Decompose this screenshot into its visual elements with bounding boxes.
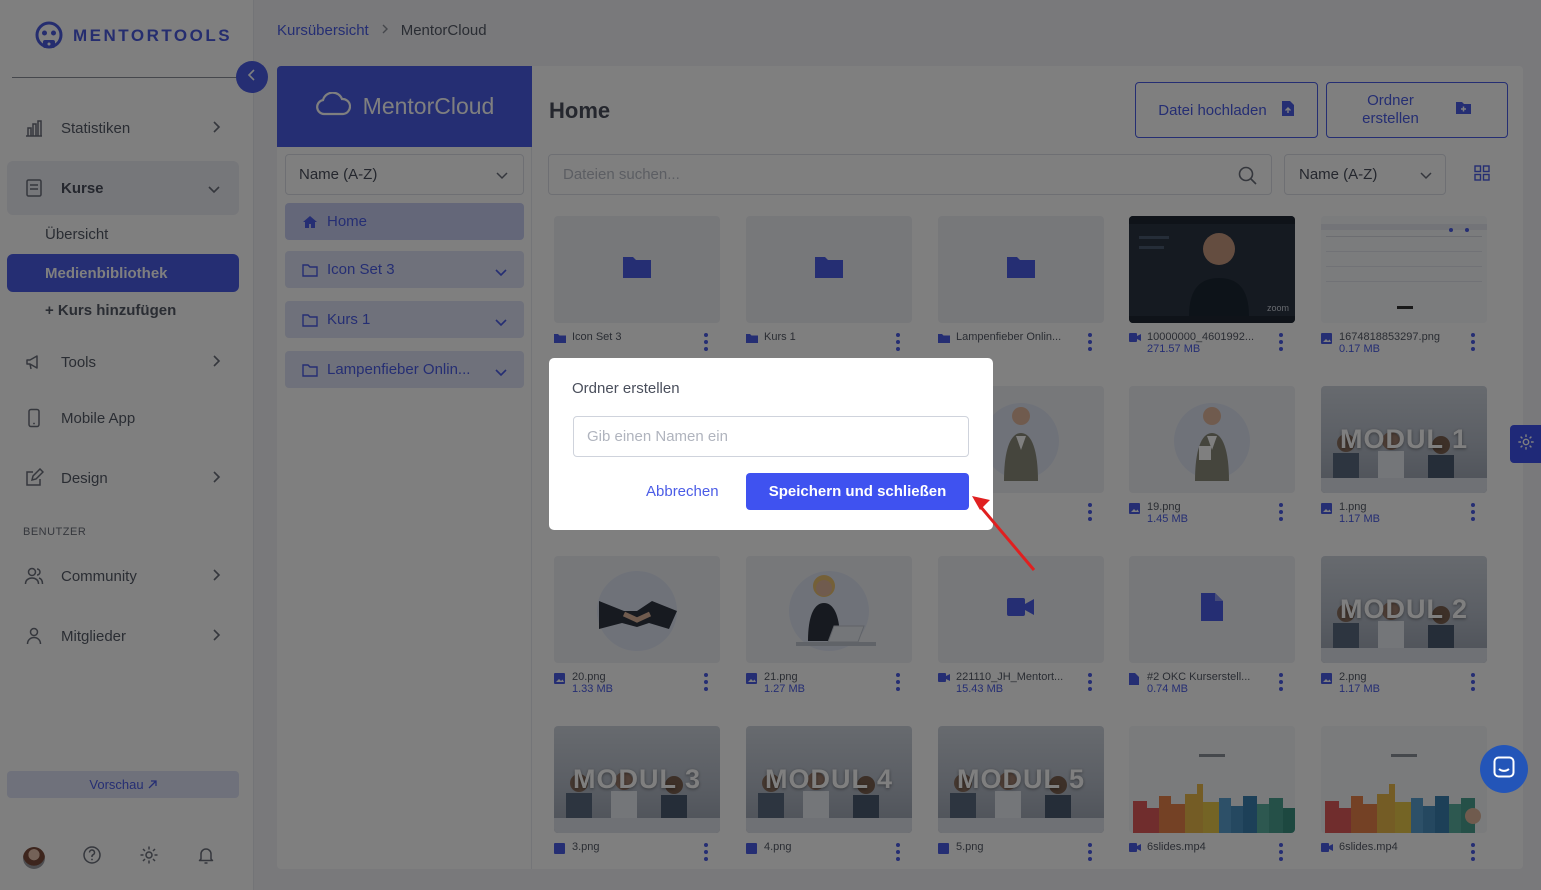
annotation-arrow-icon [972, 496, 1036, 571]
dialog-title: Ordner erstellen [572, 380, 680, 397]
save-and-close-button[interactable]: Speichern und schließen [746, 473, 969, 510]
chat-icon [1493, 756, 1515, 783]
chat-launcher-button[interactable] [1480, 745, 1528, 793]
cancel-button[interactable]: Abbrechen [646, 483, 719, 500]
create-folder-dialog: Ordner erstellen Abbrechen Speichern und… [549, 358, 993, 530]
folder-name-input[interactable] [573, 416, 969, 457]
app-root: MENTORTOOLS Statistiken Kurse Übersicht … [0, 0, 1541, 890]
